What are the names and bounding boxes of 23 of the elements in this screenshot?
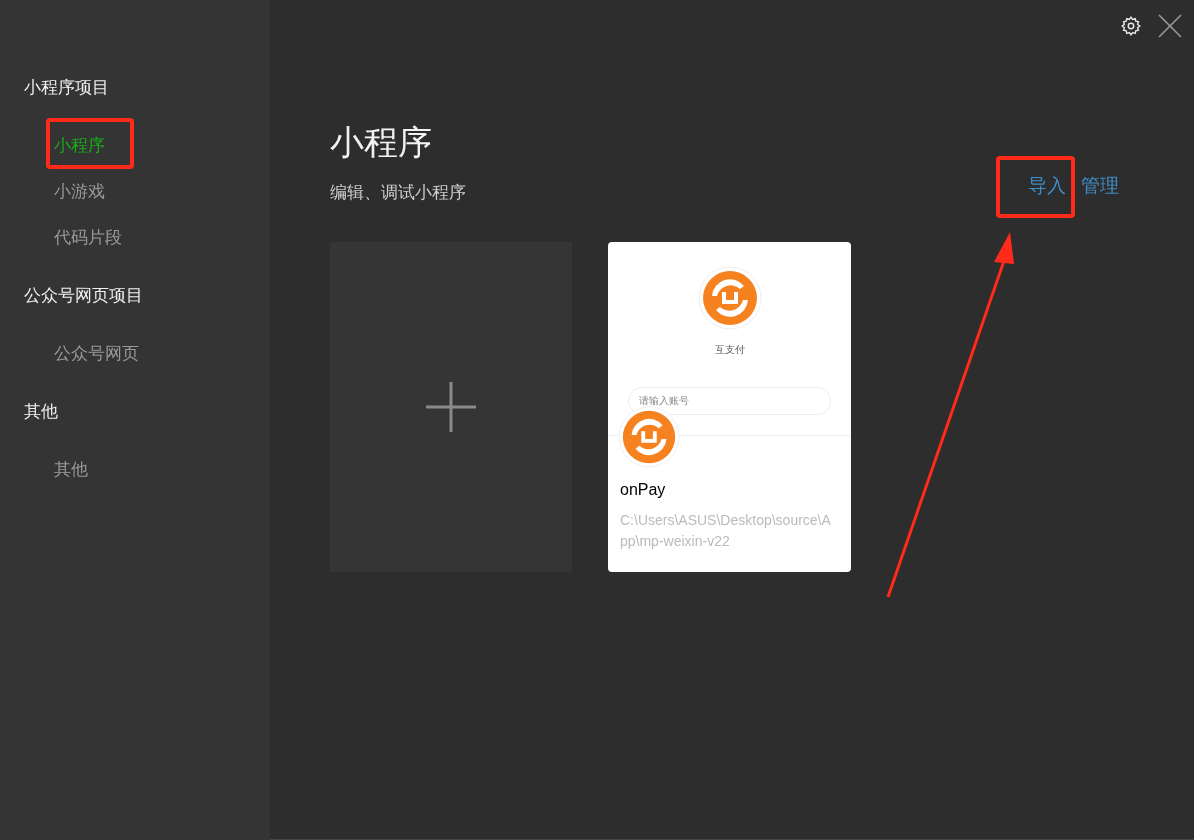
action-link[interactable]: 导入: [1028, 172, 1066, 201]
project-avatar: [618, 405, 680, 468]
sidebar-item[interactable]: 其他: [54, 458, 88, 482]
plus-icon: [426, 381, 476, 432]
action-link[interactable]: 管理: [1081, 172, 1119, 201]
close-icon[interactable]: [1158, 14, 1182, 38]
sidebar-heading: 其他: [24, 401, 58, 423]
project-card[interactable]: 互支付 请输入账号 onPay C:\Users\ASUS\Desktop\source\App\mp-weixin-v22: [608, 241, 851, 572]
page-title: 小程序: [330, 122, 433, 163]
page-subtitle: 编辑、调试小程序: [330, 182, 466, 204]
sidebar-item[interactable]: 代码片段: [54, 226, 122, 250]
sidebar-item[interactable]: 小游戏: [54, 180, 105, 204]
preview-input-field: 请输入账号: [628, 386, 831, 415]
sidebar-heading: 公众号网页项目: [24, 285, 143, 307]
sidebar-item[interactable]: 小程序: [54, 134, 105, 158]
sidebar-item[interactable]: 公众号网页: [54, 342, 139, 366]
preview-app-name: 互支付: [714, 342, 745, 357]
sidebar-heading: 小程序项目: [24, 77, 109, 99]
app-logo: [697, 265, 762, 330]
settings-icon[interactable]: [1120, 15, 1142, 37]
project-path: C:\Users\ASUS\Desktop\source\App\mp-weixin-v22: [620, 510, 832, 551]
new-project-tile[interactable]: [330, 241, 572, 572]
project-name: onPay: [620, 479, 667, 500]
